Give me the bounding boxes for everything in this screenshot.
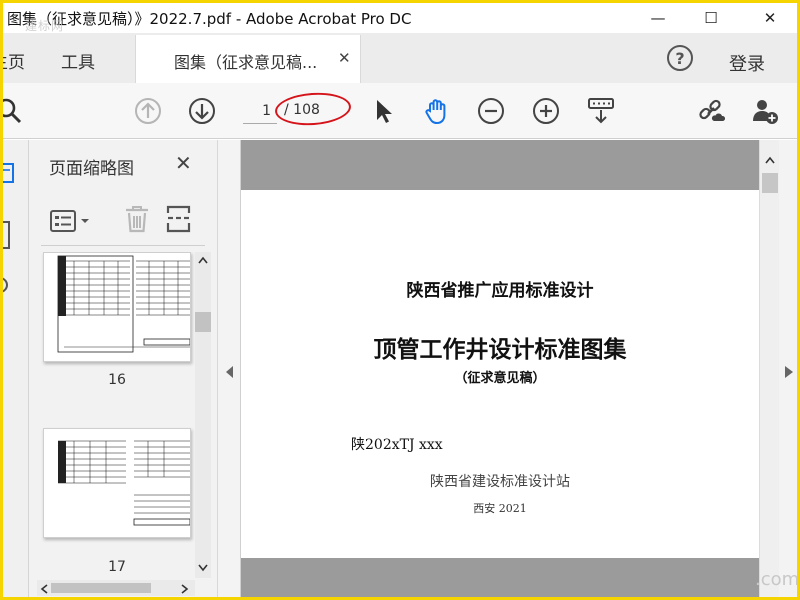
- thumbnail-vertical-scrollbar[interactable]: [195, 252, 211, 578]
- page-properties-icon[interactable]: [165, 204, 193, 234]
- doc-code: 陕202xTJ xxx: [351, 437, 443, 453]
- thumbnail-options-icon[interactable]: [49, 208, 93, 234]
- document-tab-label: 图集（征求意见稿...: [174, 53, 318, 72]
- page-thumbnail[interactable]: [43, 252, 191, 362]
- thumbnail-label: 16: [108, 372, 126, 388]
- tab-close-icon[interactable]: ✕: [338, 49, 351, 67]
- thumbnail-horizontal-scrollbar[interactable]: [37, 580, 195, 596]
- delete-page-icon[interactable]: [123, 204, 151, 234]
- thumbnail-toolbar: [41, 200, 205, 246]
- document-tab[interactable]: 图集（征求意见稿... ✕: [135, 35, 361, 83]
- zoom-in-icon[interactable]: [532, 97, 560, 125]
- pdf-page: 陕西省推广应用标准设计 顶管工作井设计标准图集 （征求意见稿） 陕202xTJ …: [241, 190, 759, 558]
- panel-collapse-strip[interactable]: [217, 140, 241, 597]
- document-vertical-scrollbar[interactable]: [759, 140, 779, 597]
- doc-subtitle: （征求意见稿）: [454, 371, 546, 386]
- select-arrow-icon[interactable]: [369, 97, 397, 125]
- thumbnail-hscroll-thumb[interactable]: [51, 583, 151, 593]
- scroll-down-arrow-icon[interactable]: [198, 564, 208, 572]
- thumbnail-drawing-17: [58, 440, 190, 526]
- share-link-icon[interactable]: [697, 97, 725, 125]
- login-button[interactable]: 登录: [729, 50, 765, 76]
- add-user-icon[interactable]: [751, 97, 779, 125]
- doc-org-title: 陕西省推广应用标准设计: [406, 281, 594, 301]
- page-number-input[interactable]: 1: [243, 100, 277, 124]
- thumbnail-panel-close-icon[interactable]: ✕: [175, 151, 192, 175]
- maximize-button[interactable]: ☐: [688, 3, 734, 33]
- collapse-left-icon[interactable]: [226, 366, 234, 378]
- page-thumbnail[interactable]: [43, 428, 191, 538]
- search-icon[interactable]: [3, 97, 23, 125]
- thumbnail-drawing-16: [57, 255, 190, 353]
- scroll-up-arrow-icon[interactable]: [198, 256, 208, 264]
- thumbnail-label: 17: [108, 559, 126, 575]
- help-icon[interactable]: ?: [667, 45, 693, 71]
- app-window: 图集（征求意见稿）》2022.7.pdf - Adobe Acrobat Pro…: [3, 3, 797, 597]
- doc-place-year: 西安 2021: [473, 502, 527, 515]
- scroll-right-arrow-icon[interactable]: [181, 584, 189, 594]
- hand-tool-icon[interactable]: [423, 97, 451, 125]
- home-tab[interactable]: 主页: [3, 48, 25, 73]
- tools-tab[interactable]: 工具: [61, 48, 95, 73]
- bookmark-icon[interactable]: [3, 220, 15, 250]
- close-window-button[interactable]: ✕: [747, 3, 793, 33]
- thumbnail-panel: 页面缩略图 ✕ 16 17: [29, 140, 217, 597]
- page-up-icon[interactable]: [134, 97, 162, 125]
- doc-scroll-up-icon[interactable]: [765, 156, 775, 164]
- thumbnail-list: 16 17: [29, 252, 195, 578]
- keyboard-scroll-icon[interactable]: [587, 97, 615, 125]
- scroll-left-arrow-icon[interactable]: [40, 584, 48, 594]
- page-thumbnails-icon[interactable]: [3, 162, 17, 184]
- doc-publisher: 陕西省建设标准设计站: [430, 474, 570, 490]
- minimize-button[interactable]: —: [635, 3, 681, 33]
- document-view[interactable]: 陕西省推广应用标准设计 顶管工作井设计标准图集 （征求意见稿） 陕202xTJ …: [241, 140, 759, 597]
- title-watermark: 建标网: [25, 19, 65, 33]
- expand-right-icon[interactable]: [785, 366, 793, 378]
- page-down-icon[interactable]: [188, 97, 216, 125]
- thumbnail-scroll-thumb[interactable]: [195, 312, 211, 332]
- left-rail: [3, 140, 29, 597]
- window-title: 图集（征求意见稿）》2022.7.pdf - Adobe Acrobat Pro…: [7, 10, 412, 28]
- zoom-out-icon[interactable]: [477, 97, 505, 125]
- bottom-watermark: .com: [755, 569, 797, 590]
- attachment-icon[interactable]: [3, 274, 15, 296]
- doc-scroll-thumb[interactable]: [762, 173, 778, 193]
- title-bar: 图集（征求意见稿）》2022.7.pdf - Adobe Acrobat Pro…: [3, 3, 797, 33]
- red-annotation-oval: [273, 90, 353, 128]
- thumbnail-panel-title: 页面缩略图: [49, 159, 134, 179]
- toolbar: 1 / 108: [3, 83, 797, 139]
- doc-main-title: 顶管工作井设计标准图集: [373, 336, 627, 363]
- tab-bar: 主页 工具 图集（征求意见稿... ✕ ? 登录: [3, 33, 797, 83]
